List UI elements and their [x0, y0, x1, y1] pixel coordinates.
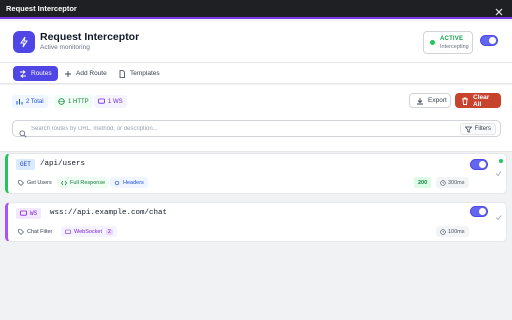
route-name: Chat Filter: [27, 228, 53, 235]
route-name: Get Users: [27, 179, 52, 186]
status-dot: [430, 40, 435, 45]
document-icon: [118, 69, 126, 78]
message-count-badge: 2: [106, 228, 113, 235]
interceptor-toggle[interactable]: [480, 35, 498, 46]
app-header: Request Interceptor Active monitoring AC…: [0, 21, 512, 63]
routes-icon: [19, 69, 27, 78]
trash-icon: [461, 97, 469, 105]
method-badge: GET: [16, 159, 35, 170]
clock-icon: [440, 179, 446, 186]
status-label: ACTIVE: [440, 36, 464, 42]
code-icon: [61, 180, 67, 186]
globe-icon: [58, 98, 65, 105]
filters-label: Filters: [474, 126, 491, 132]
tab-routes-label: Routes: [31, 70, 52, 77]
route-name-chip: Chat Filter: [14, 226, 56, 237]
websocket-icon: [65, 229, 71, 235]
stat-ws-label: 1 WS: [108, 98, 123, 105]
tab-templates-label: Templates: [130, 70, 160, 77]
tab-routes[interactable]: Routes: [13, 66, 58, 81]
stat-http: 1 HTTP: [54, 95, 93, 108]
route-card[interactable]: GET /api/users Get Users Full Response H…: [5, 153, 507, 194]
tag-icon: [18, 228, 24, 235]
lightning-icon: [20, 36, 28, 48]
plus-icon: [64, 70, 72, 78]
close-icon[interactable]: [494, 4, 504, 16]
tab-add-route[interactable]: Add Route: [58, 66, 113, 81]
route-card[interactable]: WS wss://api.example.com/chat Chat Filte…: [5, 202, 507, 242]
search-input[interactable]: [31, 123, 431, 135]
download-icon: [416, 97, 424, 105]
check-icon: [495, 164, 502, 177]
response-type-chip: Full Response: [57, 177, 110, 188]
toggle-knob: [489, 37, 496, 44]
app-title: Request Interceptor: [40, 31, 140, 43]
route-toggle[interactable]: [470, 159, 488, 170]
stat-total-label: 2 Total: [26, 98, 44, 105]
app-logo: [13, 31, 35, 53]
export-button[interactable]: Export: [409, 93, 451, 108]
headers-chip: Headers: [110, 177, 148, 188]
status-sublabel: Intercepting: [440, 44, 469, 50]
delay-label: 100ms: [448, 228, 465, 235]
status-code-badge: 200: [414, 177, 432, 188]
app-subtitle: Active monitoring: [40, 44, 90, 51]
delay-badge: 300ms: [436, 177, 469, 188]
delay-label: 300ms: [448, 179, 465, 186]
tab-bar: Routes Add Route Templates: [0, 63, 512, 84]
status-badge: ACTIVE Intercepting: [423, 31, 473, 54]
method-badge: WS: [16, 208, 42, 219]
tab-add-route-label: Add Route: [76, 70, 107, 77]
window-titlebar: Request Interceptor: [0, 0, 512, 19]
response-type-chip: WebSocket 2: [61, 226, 117, 237]
settings-icon: [114, 180, 120, 186]
search-box: Filters: [12, 120, 501, 138]
clear-all-label: Clear All: [473, 93, 490, 108]
route-toggle[interactable]: [470, 206, 488, 217]
routes-toolbar: 2 Total 1 HTTP 1 WS Export Clear All Fil…: [0, 85, 512, 152]
bar-chart-icon: [16, 98, 23, 105]
tab-templates[interactable]: Templates: [112, 66, 166, 81]
route-path: wss://api.example.com/chat: [50, 209, 168, 217]
headers-label: Headers: [123, 179, 144, 186]
check-icon: [495, 208, 502, 221]
stat-ws: 1 WS: [94, 95, 127, 108]
clear-all-button[interactable]: Clear All: [455, 93, 501, 108]
export-label: Export: [428, 97, 447, 104]
method-label: GET: [20, 161, 31, 168]
message-icon: [20, 210, 27, 217]
clock-icon: [440, 228, 446, 235]
window-title: Request Interceptor: [6, 4, 77, 13]
delay-badge: 100ms: [436, 226, 469, 237]
filter-icon: [464, 126, 472, 133]
toggle-knob: [479, 161, 486, 168]
filters-button[interactable]: Filters: [459, 123, 496, 135]
toggle-knob: [479, 208, 486, 215]
message-icon: [98, 98, 105, 105]
live-dot: [499, 159, 503, 163]
route-path: /api/users: [40, 160, 86, 168]
response-type-label: Full Response: [70, 179, 106, 186]
stat-http-label: 1 HTTP: [68, 98, 89, 105]
search-icon: [19, 125, 27, 138]
response-type-label: WebSocket: [74, 228, 103, 235]
stat-total: 2 Total: [12, 95, 48, 108]
method-label: WS: [30, 210, 38, 217]
tag-icon: [18, 179, 24, 186]
route-name-chip: Get Users: [14, 177, 56, 188]
